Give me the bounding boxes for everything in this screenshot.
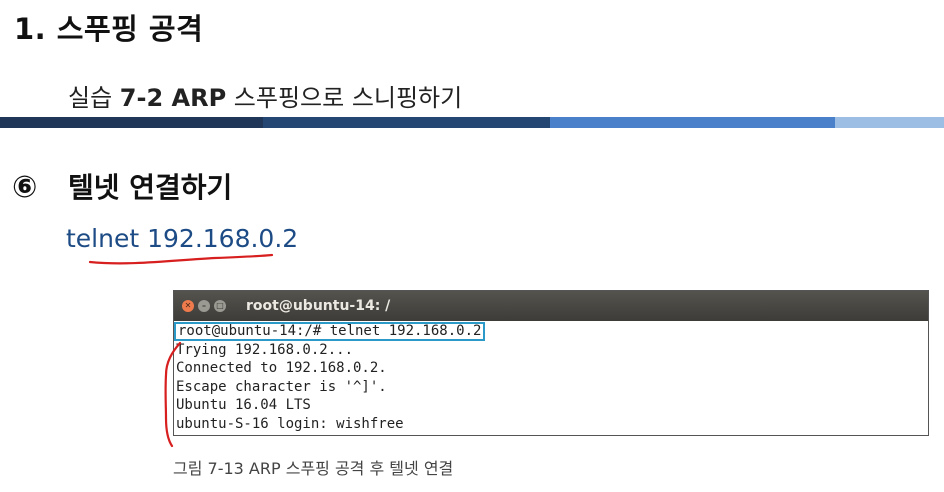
subtitle-exercise-number: 7-2 ARP	[119, 84, 227, 112]
step-number: ⑥	[12, 170, 38, 205]
minimize-icon[interactable]: –	[198, 300, 210, 312]
section-title: 1. 스푸핑 공격	[14, 12, 204, 46]
terminal-line: Ubuntu 16.04 LTS	[176, 397, 311, 414]
telnet-command-text: telnet 192.168.0.2	[66, 224, 299, 253]
divider-segment	[550, 117, 835, 128]
step-title: 텔넷 연결하기	[68, 171, 233, 204]
subtitle-suffix: 스푸핑으로 스니핑하기	[226, 84, 463, 112]
red-underline-annotation	[88, 253, 274, 265]
terminal-line: root@ubuntu-14:/# telnet 192.168.0.2	[174, 322, 928, 341]
divider-segment	[0, 117, 263, 128]
maximize-icon[interactable]: □	[214, 300, 226, 312]
terminal-output: root@ubuntu-14:/# telnet 192.168.0.2 Try…	[174, 321, 928, 434]
step-heading: ⑥ 텔넷 연결하기	[12, 166, 232, 206]
terminal-titlebar: ✕ – □ root@ubuntu-14: /	[174, 291, 928, 321]
terminal-line: Connected to 192.168.0.2.	[176, 360, 387, 377]
terminal-window: ✕ – □ root@ubuntu-14: / root@ubuntu-14:/…	[173, 290, 929, 436]
divider-segment	[263, 117, 550, 128]
terminal-line: Trying 192.168.0.2...	[176, 341, 354, 358]
subtitle-prefix: 실습	[68, 84, 120, 112]
terminal-line: ubuntu-S-16 login: wishfree	[176, 415, 404, 432]
terminal-line: Escape character is '^]'.	[176, 378, 387, 395]
exercise-subtitle: 실습 7-2 ARP 스푸핑으로 스니핑하기	[68, 78, 462, 113]
highlighted-prompt-line: root@ubuntu-14:/# telnet 192.168.0.2	[174, 322, 486, 341]
divider-segment	[835, 117, 944, 128]
terminal-window-title: root@ubuntu-14: /	[246, 298, 391, 314]
close-icon[interactable]: ✕	[182, 300, 194, 312]
header-divider-bar	[0, 117, 944, 128]
figure-caption: 그림 7-13 ARP 스푸핑 공격 후 텔넷 연결	[173, 459, 454, 478]
